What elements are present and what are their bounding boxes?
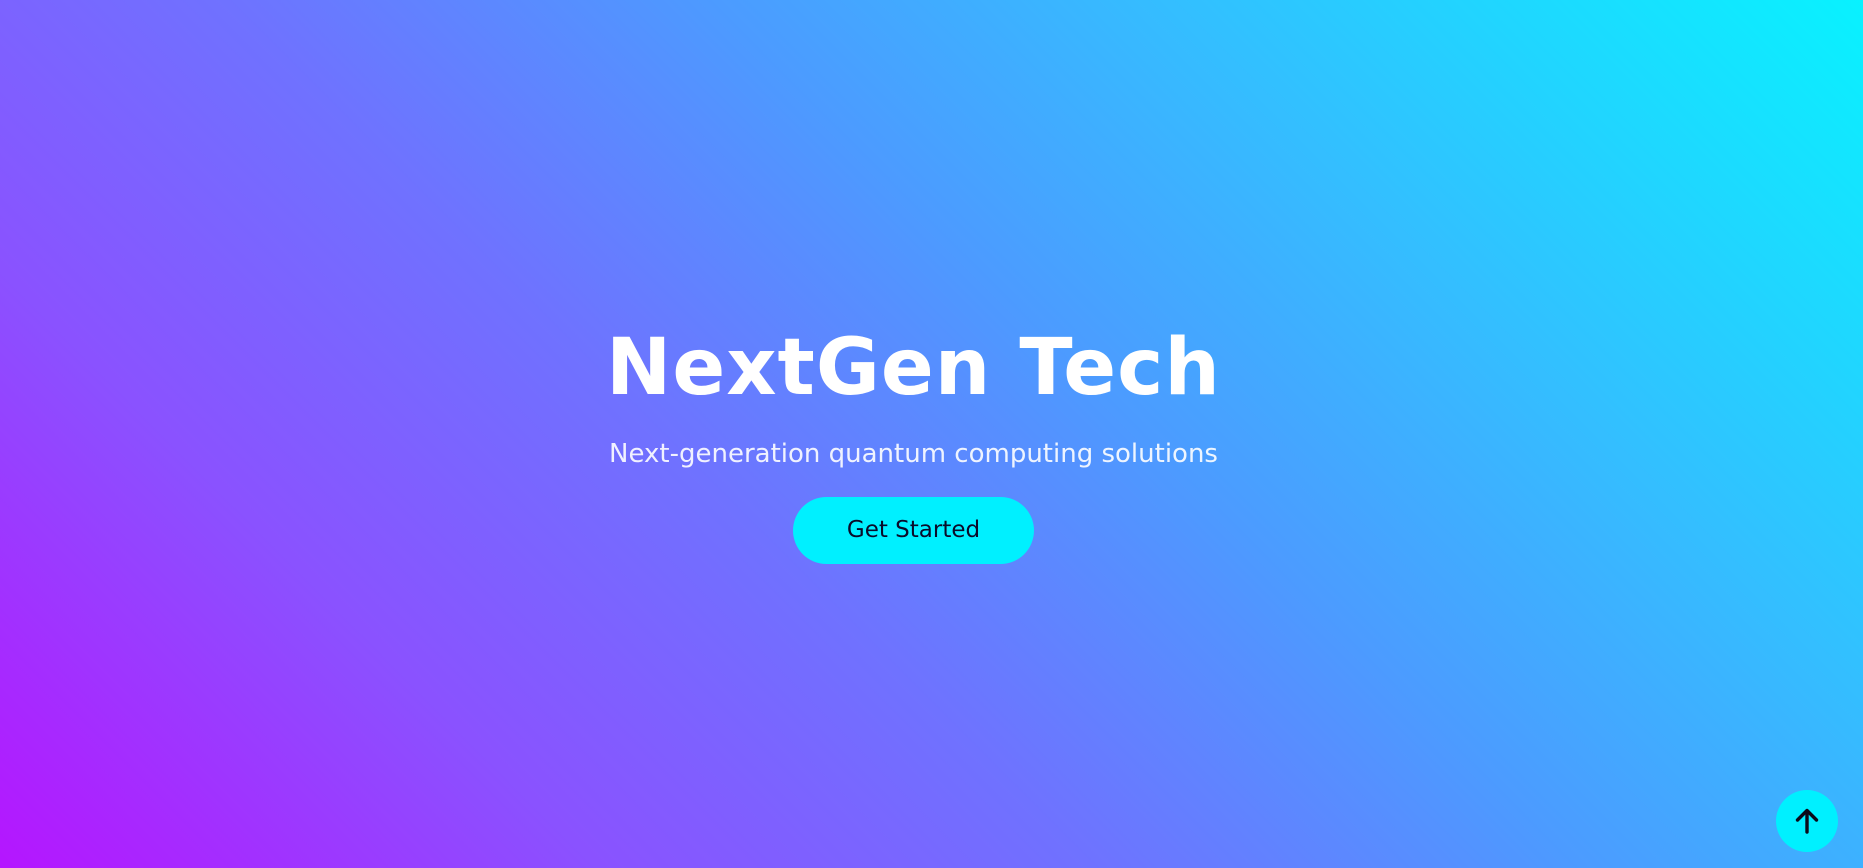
arrow-up-icon — [1795, 808, 1819, 834]
scroll-to-top-button[interactable] — [1776, 790, 1838, 852]
hero-title: NextGen Tech — [606, 323, 1221, 413]
hero-section: NextGen Tech Next-generation quantum com… — [0, 0, 1863, 868]
get-started-button[interactable]: Get Started — [793, 497, 1034, 564]
hero-subtitle: Next-generation quantum computing soluti… — [609, 439, 1218, 469]
